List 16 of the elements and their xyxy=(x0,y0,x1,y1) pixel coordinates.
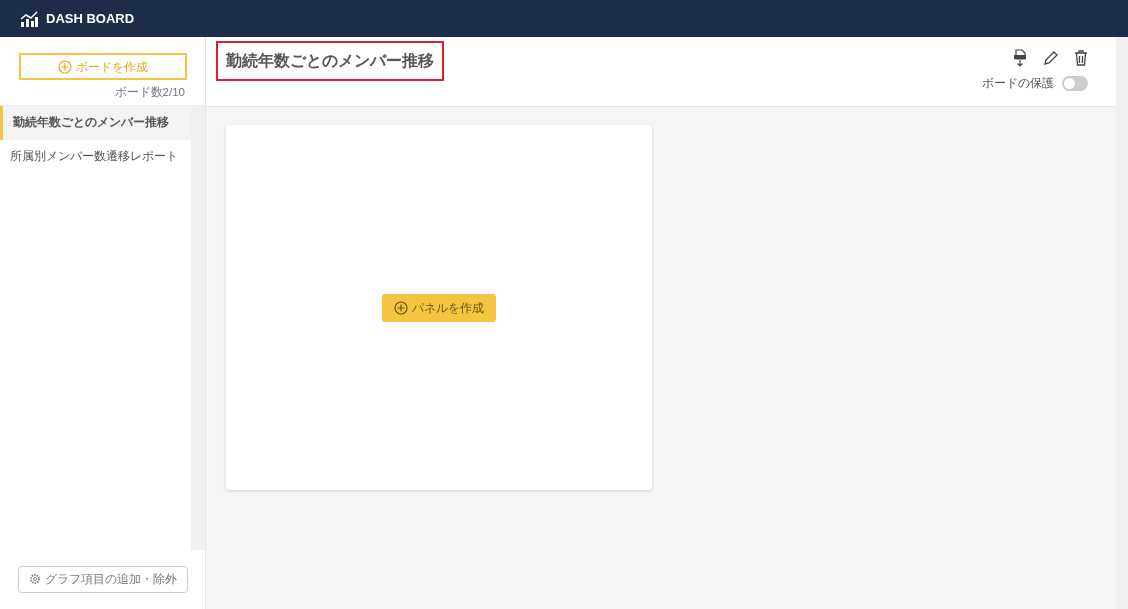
graph-items-button[interactable]: グラフ項目の追加・除外 xyxy=(17,565,188,593)
settings-icon xyxy=(28,573,41,586)
board-list-item[interactable]: 所属別メンバー数遷移レポート xyxy=(0,139,191,174)
create-panel-button[interactable]: パネルを作成 xyxy=(382,293,496,322)
board-title: 勤続年数ごとのメンバー推移 xyxy=(216,41,444,81)
board-count: ボード数2/10 xyxy=(113,85,186,100)
chart-logo-icon xyxy=(20,10,38,27)
plus-circle-icon xyxy=(394,300,408,315)
app-title: DASH BOARD xyxy=(46,9,135,28)
protect-toggle[interactable] xyxy=(1062,76,1088,92)
edit-icon[interactable] xyxy=(1043,50,1058,66)
delete-icon[interactable] xyxy=(1074,50,1088,66)
protect-label: ボードの保護 xyxy=(982,76,1054,91)
pdf-download-icon[interactable] xyxy=(1013,49,1027,67)
board-list-item[interactable]: 勤続年数ごとのメンバー推移 xyxy=(0,106,191,140)
plus-circle-icon xyxy=(57,59,72,74)
